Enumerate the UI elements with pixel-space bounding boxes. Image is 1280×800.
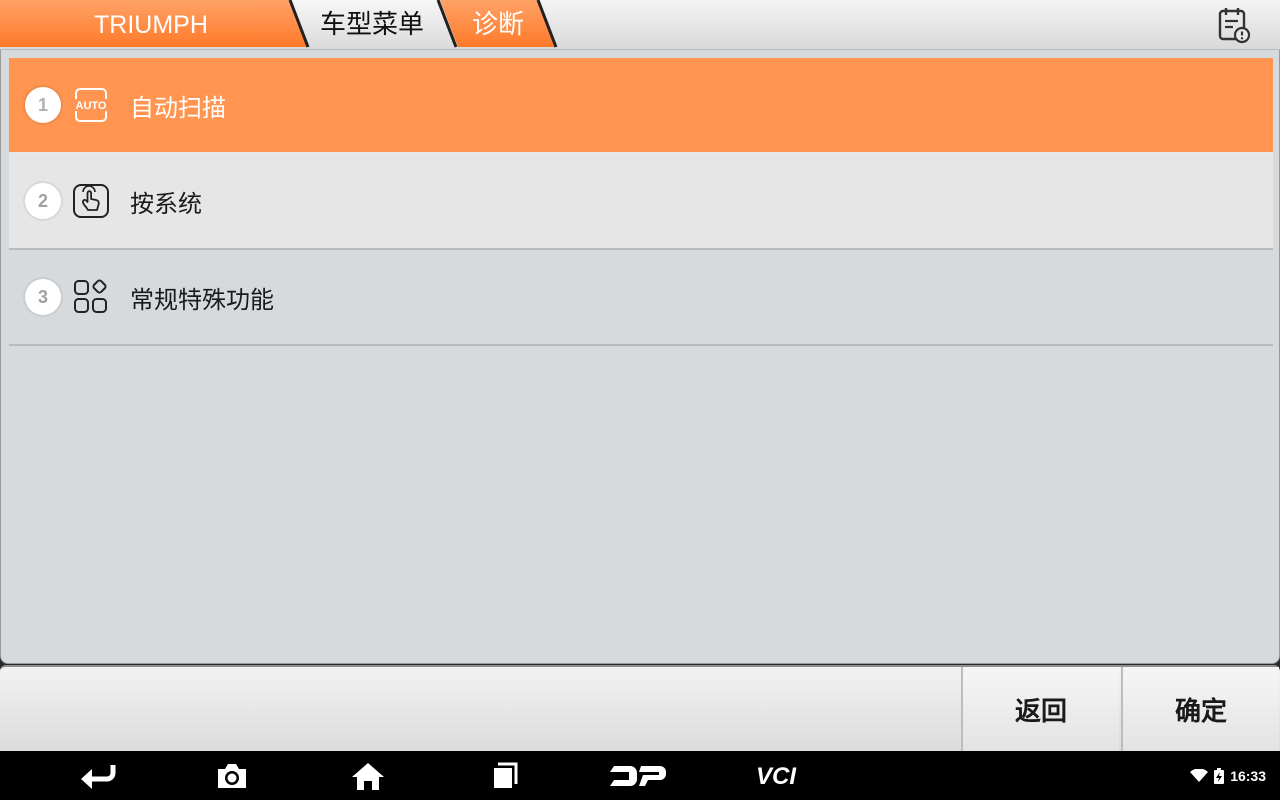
breadcrumb-current: 诊断 [472, 10, 525, 40]
auto-icon-text: AUTO [76, 100, 107, 112]
wifi-icon [1190, 768, 1209, 782]
item-number-badge: 3 [25, 279, 61, 315]
menu-item-special-functions[interactable]: 3 常规特殊功能 [9, 250, 1273, 346]
nav-back-button[interactable] [76, 757, 120, 795]
back-button[interactable]: 返回 [961, 667, 1119, 751]
nav-dp-button[interactable] [606, 757, 670, 795]
dp-logo-icon [610, 766, 666, 786]
home-icon [352, 763, 384, 790]
item-number-badge: 1 [25, 87, 61, 123]
nav-vci-button[interactable]: VCI [742, 757, 810, 795]
report-button[interactable] [1214, 5, 1254, 45]
system-nav-bar: VCI 16:33 [0, 751, 1280, 800]
camera-icon [218, 764, 246, 788]
menu-item-label: 常规特殊功能 [130, 285, 274, 314]
menu-item-by-system[interactable]: 2 按系统 [9, 154, 1273, 250]
breadcrumb-vehicle-menu[interactable]: 车型菜单 [320, 0, 424, 50]
bottom-action-bar: 返回 确定 [0, 665, 1280, 751]
menu-item-label: 自动扫描 [130, 93, 226, 122]
back-arrow-icon [81, 765, 116, 789]
confirm-button[interactable]: 确定 [1121, 667, 1279, 751]
vci-text: VCI [756, 763, 797, 789]
function-menu-list: 1 AUTO 自动扫描 2 按系统 3 常规特殊功能 [9, 58, 1273, 346]
main-panel: 1 AUTO 自动扫描 2 按系统 3 常规特殊功能 [0, 50, 1280, 664]
recents-icon [494, 762, 518, 788]
apps-grid-icon [71, 277, 111, 317]
calendar-alert-icon [1218, 8, 1251, 44]
clock-time: 16:33 [1230, 767, 1266, 784]
item-number-badge: 2 [25, 183, 61, 219]
auto-icon: AUTO [71, 85, 111, 125]
menu-item-auto-scan[interactable]: 1 AUTO 自动扫描 [9, 58, 1273, 154]
nav-home-button[interactable] [348, 757, 388, 795]
touch-hand-icon [71, 181, 111, 221]
vci-icon: VCI [756, 763, 797, 789]
top-bar: TRIUMPH 车型菜单 诊断 [0, 0, 1280, 50]
battery-charging-icon [1214, 767, 1225, 784]
nav-screenshot-button[interactable] [212, 757, 252, 795]
breadcrumb-brand[interactable]: TRIUMPH [94, 0, 208, 50]
nav-recents-button[interactable] [485, 757, 525, 795]
status-area: 16:33 [1190, 751, 1266, 800]
menu-item-label: 按系统 [130, 189, 202, 218]
